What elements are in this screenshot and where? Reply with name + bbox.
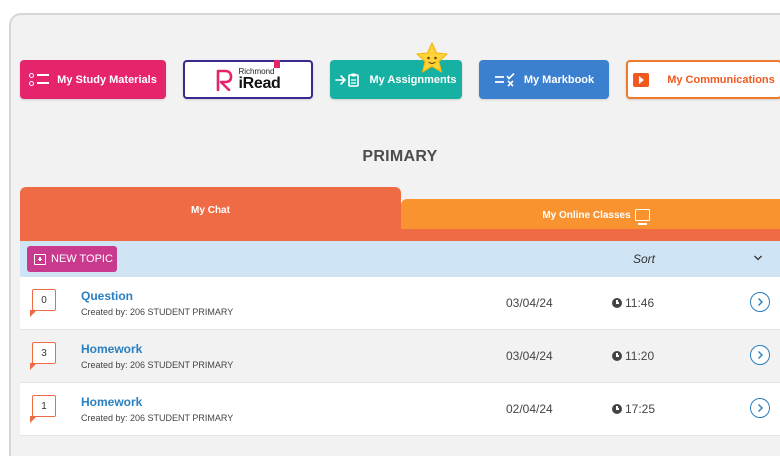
iread-brand-big: iRead: [238, 74, 281, 92]
chevron-down-icon[interactable]: [753, 252, 763, 264]
clock-icon: [612, 298, 622, 308]
topic-time-value: 17:25: [625, 402, 656, 416]
richmond-iread-button[interactable]: Richmond iRead: [183, 60, 313, 99]
topic-toolbar: [20, 241, 780, 277]
iread-r-icon: [217, 69, 233, 91]
page-title: PRIMARY: [362, 148, 438, 165]
my-study-materials-label: My Study Materials: [57, 73, 157, 86]
my-communications-label: My Communications: [667, 73, 775, 86]
open-topic-button[interactable]: [750, 292, 770, 312]
topic-row[interactable]: 0 Question Created by: 206 STUDENT PRIMA…: [20, 277, 780, 330]
my-study-materials-button[interactable]: My Study Materials: [20, 60, 166, 99]
open-topic-button[interactable]: [750, 345, 770, 365]
tab-my-chat[interactable]: My Chat: [20, 187, 401, 241]
new-topic-button[interactable]: NEW TOPIC: [27, 246, 117, 272]
topic-row[interactable]: 1 Homework Created by: 206 STUDENT PRIMA…: [20, 383, 780, 436]
add-icon: [34, 253, 46, 265]
topic-date: 02/04/24: [506, 402, 553, 416]
chevron-right-icon: [758, 351, 763, 359]
tab-my-online-classes-label: My Online Classes: [542, 209, 631, 221]
bubble-tail-icon: [30, 363, 37, 370]
assignment-arrow-icon: [335, 73, 360, 87]
topic-row[interactable]: 3 Homework Created by: 206 STUDENT PRIMA…: [20, 330, 780, 383]
topic-title[interactable]: Homework: [81, 395, 142, 409]
my-communications-button[interactable]: My Communications: [626, 60, 780, 99]
bookmark-icon: [274, 60, 280, 68]
topic-title[interactable]: Question: [81, 289, 133, 303]
markbook-icon: [494, 72, 515, 87]
star-icon: [415, 42, 449, 74]
comment-count-badge: 3: [32, 342, 56, 364]
comment-count-badge: 1: [32, 395, 56, 417]
topic-time: 11:20: [612, 349, 654, 363]
topic-date: 03/04/24: [506, 296, 553, 310]
online-class-icon: [634, 209, 650, 225]
topic-author: Created by: 206 STUDENT PRIMARY: [81, 413, 234, 423]
topic-time: 11:46: [612, 296, 654, 310]
bubble-tail-icon: [30, 310, 37, 317]
topic-author: Created by: 206 STUDENT PRIMARY: [81, 360, 234, 370]
video-icon: [633, 72, 650, 87]
list-icon: [29, 72, 50, 87]
bubble-tail-icon: [30, 416, 37, 423]
new-topic-label: NEW TOPIC: [51, 253, 113, 265]
my-markbook-button[interactable]: My Markbook: [479, 60, 609, 99]
clock-icon: [612, 404, 622, 414]
open-topic-button[interactable]: [750, 398, 770, 418]
clock-icon: [612, 351, 622, 361]
topic-time: 17:25: [612, 402, 655, 416]
comment-count-badge: 0: [32, 289, 56, 311]
my-markbook-label: My Markbook: [523, 73, 595, 86]
my-assignments-label: My Assignments: [369, 73, 457, 86]
topic-time-value: 11:20: [625, 349, 655, 363]
iread-logo: Richmond iRead: [215, 67, 281, 92]
sort-label: Sort: [633, 252, 656, 266]
chevron-right-icon: [758, 298, 763, 306]
chevron-right-icon: [758, 404, 763, 412]
topic-time-value: 11:46: [625, 296, 655, 310]
tab-my-chat-label: My Chat: [191, 205, 230, 216]
topic-title[interactable]: Homework: [81, 342, 142, 356]
topic-date: 03/04/24: [506, 349, 553, 363]
topic-author: Created by: 206 STUDENT PRIMARY: [81, 307, 234, 317]
